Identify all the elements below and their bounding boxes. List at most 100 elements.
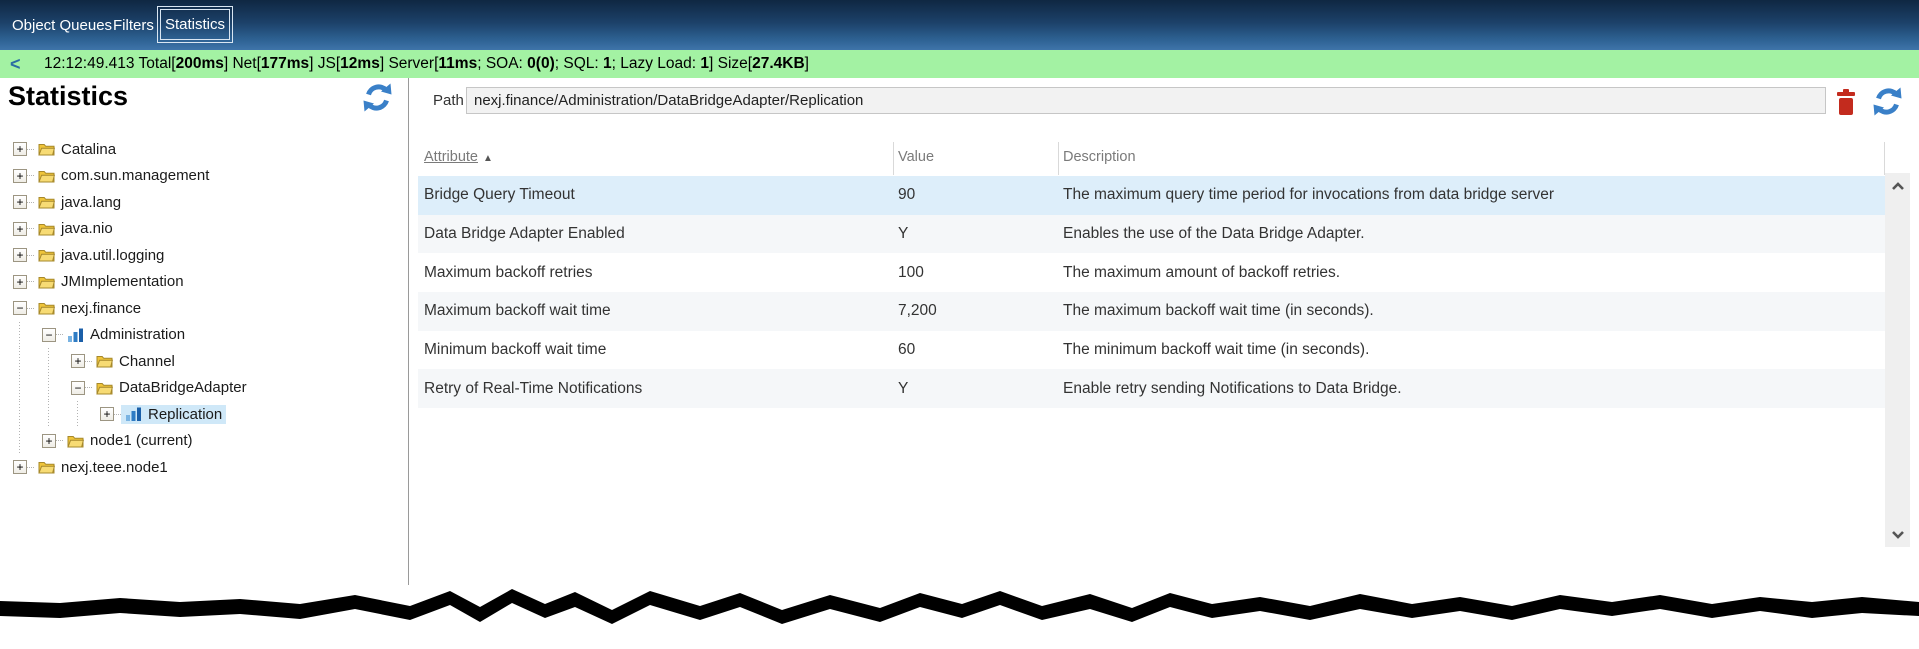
column-divider xyxy=(893,142,894,175)
expand-icon[interactable]: + xyxy=(42,434,56,448)
collapse-icon[interactable]: − xyxy=(13,301,27,315)
tree-node[interactable]: DataBridgeAdapter xyxy=(92,378,251,397)
tree-node[interactable]: com.sun.management xyxy=(34,166,213,185)
attribute-table: Bridge Query Timeout90The maximum query … xyxy=(418,176,1885,408)
tree-node[interactable]: java.nio xyxy=(34,219,117,238)
expand-icon[interactable]: + xyxy=(71,354,85,368)
sidebar-refresh-button[interactable] xyxy=(361,81,394,114)
expand-icon[interactable]: + xyxy=(13,460,27,474)
folder-icon xyxy=(38,222,55,236)
expand-icon[interactable]: + xyxy=(13,169,27,183)
expand-icon[interactable]: + xyxy=(100,407,114,421)
tree-node[interactable]: java.util.logging xyxy=(34,246,168,265)
delete-button[interactable] xyxy=(1834,88,1858,116)
status-bar: < 12:12:49.413 Total[200ms] Net[177ms] J… xyxy=(0,50,1919,78)
tree-item-label: java.util.logging xyxy=(61,247,164,264)
tree-item-label: node1 (current) xyxy=(90,432,193,449)
value-column-header[interactable]: Value xyxy=(898,149,934,165)
tree-item-nexj-finance[interactable]: −nexj.finance xyxy=(0,295,408,322)
folder-icon xyxy=(38,195,55,209)
tree-item-nexj-teee-node1[interactable]: + nexj.teee.node1 xyxy=(0,454,408,481)
bar-chart-icon xyxy=(67,328,84,342)
tab-statistics[interactable]: Statistics xyxy=(157,6,233,43)
scroll-up-button[interactable] xyxy=(1885,175,1910,197)
tree-item-java-lang[interactable]: + java.lang xyxy=(0,189,408,216)
tree-connector xyxy=(56,334,63,335)
tree-item-catalina[interactable]: + Catalina xyxy=(0,136,408,163)
table-row[interactable]: Retry of Real-Time NotificationsYEnable … xyxy=(418,369,1885,408)
folder-icon xyxy=(38,275,55,289)
status-segment: ] JS[ xyxy=(309,55,340,72)
expand-icon[interactable]: + xyxy=(13,195,27,209)
tree-node[interactable]: java.lang xyxy=(34,193,125,212)
tree-item-java-nio[interactable]: + java.nio xyxy=(0,216,408,243)
tree-node[interactable]: Administration xyxy=(63,325,189,344)
table-header: Attribute▲ Value Description xyxy=(418,140,1885,176)
top-nav-bar: Object QueuesFiltersStatistics xyxy=(0,0,1919,50)
tree-item-label: nexj.teee.node1 xyxy=(61,459,168,476)
attribute-column-header[interactable]: Attribute▲ xyxy=(424,149,493,165)
table-row[interactable]: Minimum backoff wait time60The minimum b… xyxy=(418,331,1885,370)
tree-item-jmimplementation[interactable]: + JMImplementation xyxy=(0,269,408,296)
tree-node[interactable]: Replication xyxy=(121,405,226,424)
attribute-cell: Minimum backoff wait time xyxy=(424,341,606,359)
value-cell: Y xyxy=(898,380,908,398)
status-segment: ] Server[ xyxy=(380,55,439,72)
table-row[interactable]: Maximum backoff retries 100 The maximum am… xyxy=(418,253,1885,292)
tab-object-queues[interactable]: Object Queues xyxy=(12,0,112,50)
tree-node[interactable]: nexj.teee.node1 xyxy=(34,458,172,477)
sidebar-title: Statistics xyxy=(8,81,128,112)
refresh-icon xyxy=(1871,85,1904,118)
attribute-cell: Maximum backoff retries xyxy=(424,264,593,282)
main-refresh-button[interactable] xyxy=(1871,85,1904,118)
tree-connector xyxy=(114,414,121,415)
tree-indent-guide xyxy=(37,375,66,402)
value-cell: 90 xyxy=(898,186,915,204)
collapse-icon[interactable]: − xyxy=(42,328,56,342)
tree-item-administration[interactable]: −Administration xyxy=(0,322,408,349)
tree-node[interactable]: Channel xyxy=(92,352,179,371)
tree-item-databridgeadapter[interactable]: −DataBridgeAdapter xyxy=(0,375,408,402)
tree-item-com-sun-management[interactable]: + com.sun.management xyxy=(0,163,408,190)
back-button[interactable]: < xyxy=(10,54,44,75)
table-row[interactable]: Data Bridge Adapter EnabledYEnables the … xyxy=(418,215,1885,254)
tree-indent-guide xyxy=(8,348,37,375)
sidebar: Statistics +Catalina+com.sun.management+… xyxy=(0,78,409,649)
tree-item-label: java.nio xyxy=(61,220,113,237)
expand-icon[interactable]: + xyxy=(13,248,27,262)
status-segment: 12ms xyxy=(340,55,380,72)
status-segment: ; SQL: xyxy=(555,55,603,72)
tree-item-replication[interactable]: + Replication xyxy=(0,401,408,428)
status-segment: 1 xyxy=(603,55,612,72)
tab-filters[interactable]: Filters xyxy=(113,0,154,50)
expand-icon[interactable]: + xyxy=(13,142,27,156)
path-input[interactable] xyxy=(466,87,1826,114)
tree-item-java-util-logging[interactable]: + java.util.logging xyxy=(0,242,408,269)
status-segment: 1 xyxy=(700,55,709,72)
tree-node[interactable]: Catalina xyxy=(34,140,120,159)
status-segment: 0(0) xyxy=(527,55,555,72)
column-divider xyxy=(1058,142,1059,175)
tree-node[interactable]: nexj.finance xyxy=(34,299,145,318)
expand-icon[interactable]: + xyxy=(13,275,27,289)
vertical-scrollbar[interactable] xyxy=(1885,173,1910,547)
folder-icon xyxy=(38,169,55,183)
expand-icon[interactable]: + xyxy=(13,222,27,236)
status-segment: 12:12:49.413 Total[ xyxy=(44,55,176,72)
table-row[interactable]: Maximum backoff wait time7,200The maximu… xyxy=(418,292,1885,331)
scroll-down-button[interactable] xyxy=(1885,523,1910,545)
tree-connector xyxy=(27,255,34,256)
value-cell: 60 xyxy=(898,341,915,359)
tree-item-node1-current[interactable]: + node1 (current) xyxy=(0,428,408,455)
collapse-icon[interactable]: − xyxy=(71,381,85,395)
tree-node[interactable]: node1 (current) xyxy=(63,431,197,450)
tree-item-channel[interactable]: + Channel xyxy=(0,348,408,375)
tree-indent-guide xyxy=(37,401,66,428)
description-column-header[interactable]: Description xyxy=(1063,149,1136,165)
value-cell: 100 xyxy=(898,264,924,282)
description-cell: The maximum amount of backoff retries. xyxy=(1063,264,1340,282)
table-row[interactable]: Bridge Query Timeout90The maximum query … xyxy=(418,176,1885,215)
tree-node[interactable]: JMImplementation xyxy=(34,272,188,291)
sort-asc-icon: ▲ xyxy=(483,153,493,164)
tree-item-label: Channel xyxy=(119,353,175,370)
